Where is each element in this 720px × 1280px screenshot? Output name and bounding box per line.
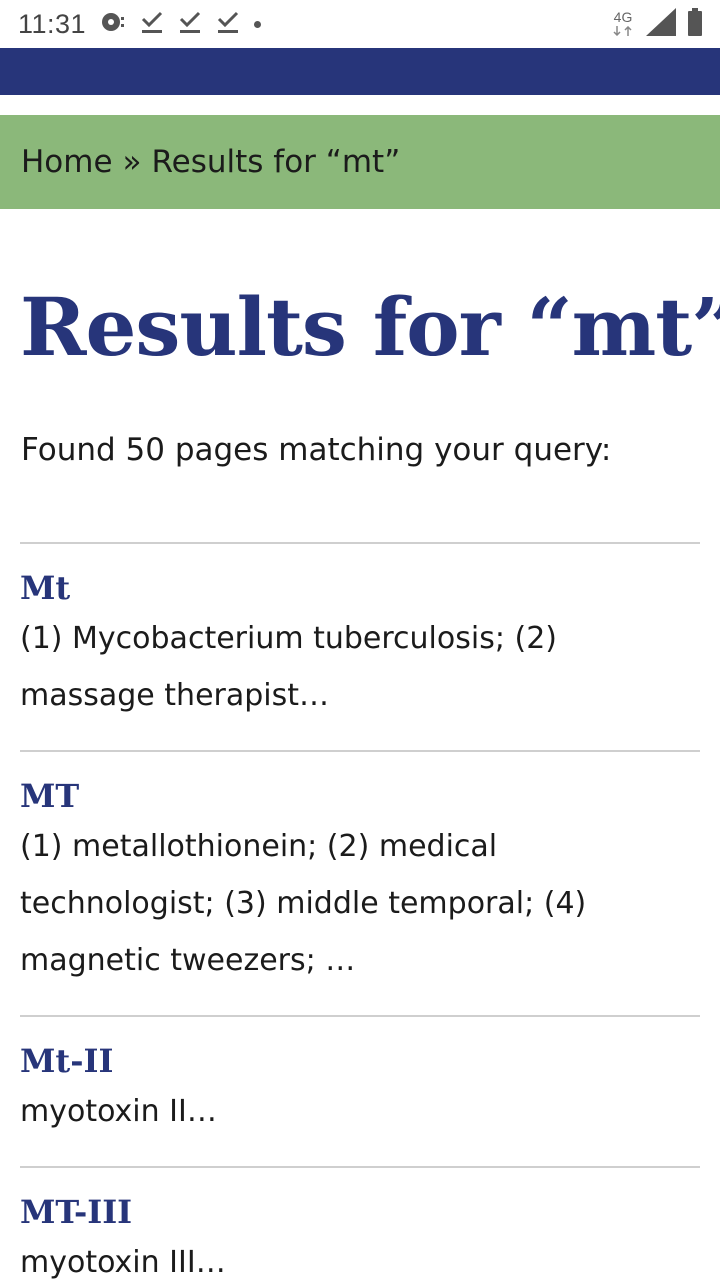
network-type-text: 4G bbox=[613, 9, 633, 25]
download-done-icon bbox=[178, 10, 202, 38]
result-snippet: (1) Mycobacterium tuberculosis; (2) mass… bbox=[20, 621, 557, 713]
list-item: MT (1) metallothionein; (2) medical tech… bbox=[20, 750, 700, 1015]
hotspot-icon bbox=[100, 11, 126, 37]
site-header-bar bbox=[0, 48, 720, 95]
battery-icon bbox=[688, 8, 702, 40]
result-title-link[interactable]: Mt bbox=[20, 566, 700, 610]
breadcrumb-separator: » bbox=[122, 144, 142, 180]
results-list: Mt (1) Mycobacterium tuberculosis; (2) m… bbox=[20, 542, 700, 1280]
breadcrumb: Home » Results for “mt” bbox=[0, 115, 720, 209]
breadcrumb-home-link[interactable]: Home bbox=[21, 144, 113, 180]
result-count: Found 50 pages matching your query: bbox=[21, 432, 612, 468]
result-title-link[interactable]: MT bbox=[20, 774, 700, 818]
list-item: Mt-II myotoxin II… bbox=[20, 1015, 700, 1166]
status-bar: 11:31 4G bbox=[0, 0, 720, 48]
result-snippet: myotoxin III… bbox=[20, 1245, 226, 1280]
network-type-label: 4G bbox=[612, 10, 634, 38]
status-system-icons: 4G bbox=[612, 8, 702, 40]
signal-icon bbox=[646, 8, 676, 40]
result-snippet: (1) metallothionein; (2) medical technol… bbox=[20, 829, 587, 978]
page-title: Results for “mt” bbox=[20, 280, 720, 374]
download-done-icon bbox=[140, 10, 164, 38]
list-item: Mt (1) Mycobacterium tuberculosis; (2) m… bbox=[20, 542, 700, 750]
breadcrumb-current: Results for “mt” bbox=[151, 144, 401, 180]
result-title-link[interactable]: Mt-II bbox=[20, 1039, 700, 1083]
result-title-link[interactable]: MT-III bbox=[20, 1190, 700, 1234]
status-notification-icons bbox=[100, 10, 262, 38]
status-time: 11:31 bbox=[18, 8, 87, 39]
download-done-icon bbox=[216, 10, 240, 38]
notification-dot-icon bbox=[254, 20, 262, 28]
result-snippet: myotoxin II… bbox=[20, 1094, 217, 1129]
list-item: MT-III myotoxin III… bbox=[20, 1166, 700, 1280]
